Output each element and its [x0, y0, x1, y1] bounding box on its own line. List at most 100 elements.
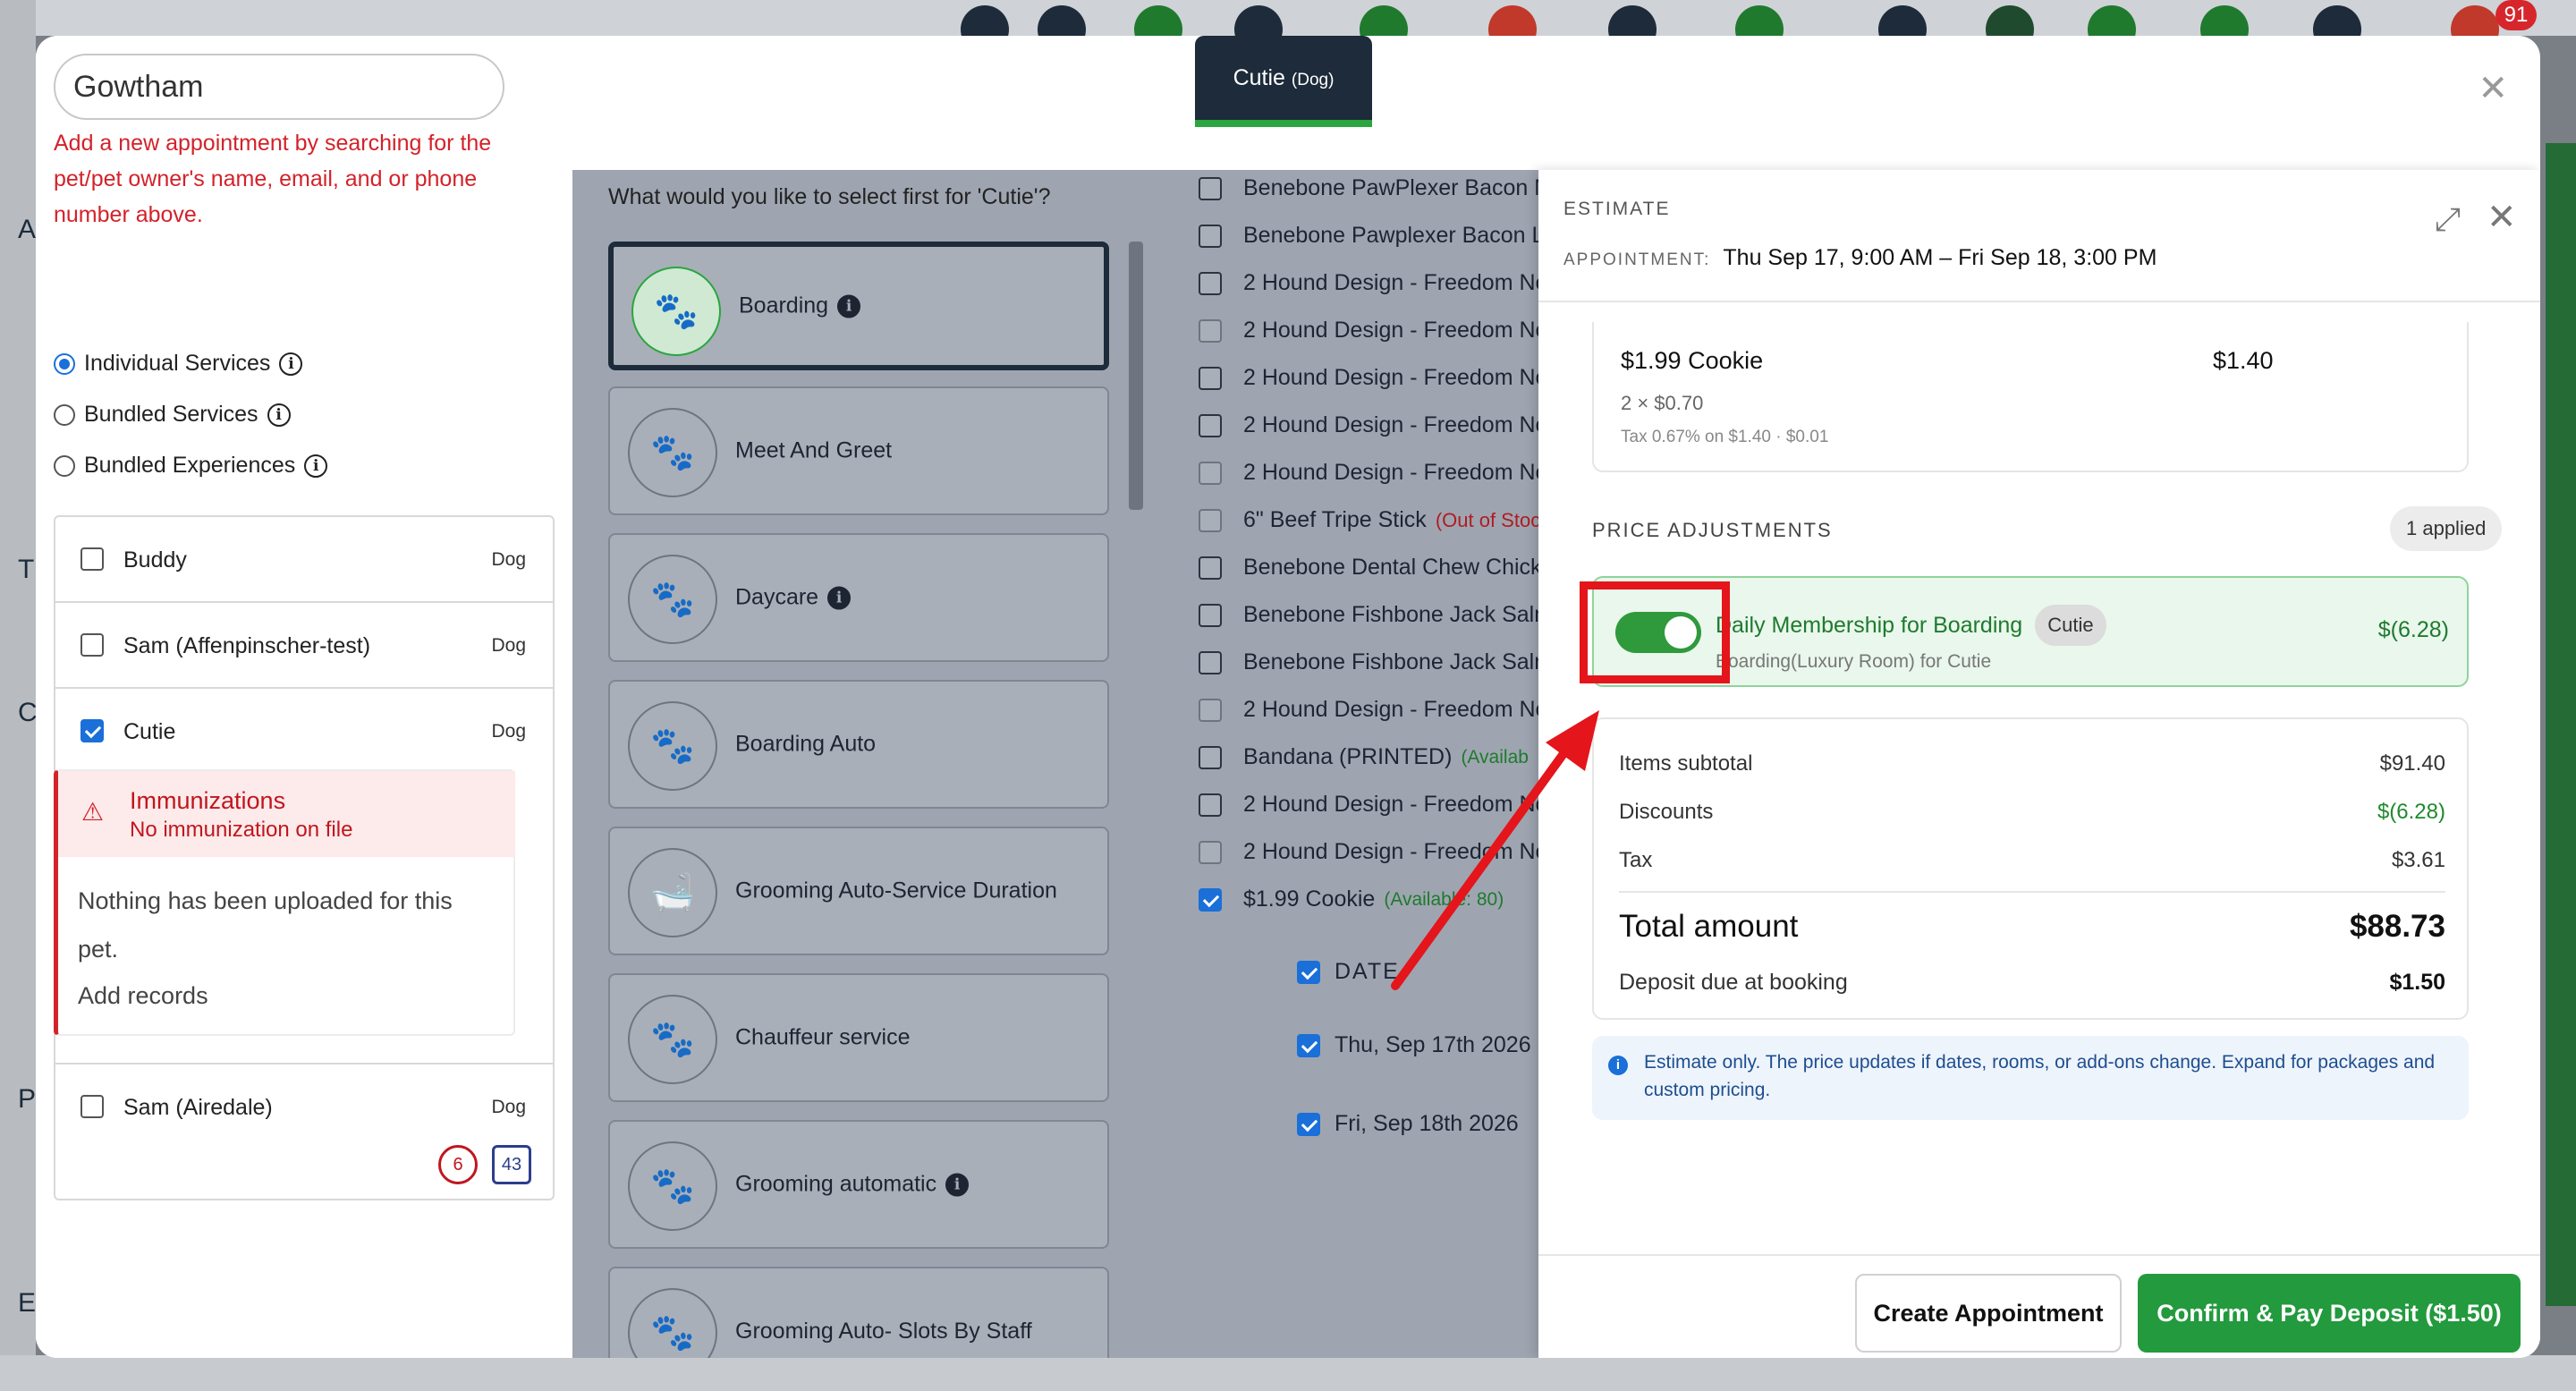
service-card-chauffeur[interactable]: 🐾 Chauffeur service — [608, 973, 1109, 1102]
pet-row-sam-affenpinscher[interactable]: Sam (Affenpinscher-test) Dog — [55, 603, 553, 689]
radio-button[interactable] — [54, 352, 75, 375]
services-scrollbar[interactable] — [1129, 242, 1143, 510]
background-side-bar — [2546, 143, 2576, 1306]
create-appointment-button[interactable]: Create Appointment — [1855, 1274, 2122, 1353]
product-row[interactable]: 2 Hound Design - Freedom No — [1199, 318, 1547, 344]
pet-row-buddy[interactable]: Buddy Dog — [55, 517, 553, 603]
total-value: $88.73 — [2349, 909, 2445, 944]
service-label: Daycare — [735, 584, 819, 610]
product-checkbox[interactable] — [1199, 508, 1222, 532]
deposit-label: Deposit due at booking — [1619, 970, 1848, 995]
close-icon[interactable]: ✕ — [2487, 197, 2517, 238]
product-row[interactable]: Benebone Fishbone Jack Salm — [1199, 649, 1553, 675]
pet-name: Sam (Affenpinscher-test) — [123, 633, 371, 658]
pet-counter-icons: 6 43 — [438, 1145, 531, 1184]
product-row[interactable]: 2 Hound Design - Freedom No — [1199, 270, 1547, 296]
product-checkbox[interactable] — [1199, 318, 1222, 343]
date-row[interactable]: Thu, Sep 17th 2026 — [1297, 1032, 1531, 1058]
total-label: Total amount — [1619, 909, 1799, 944]
product-checkbox[interactable] — [1199, 698, 1222, 722]
product-name: Benebone Fishbone Jack Salm — [1243, 602, 1554, 627]
radio-individual-services[interactable]: Individual Services i — [54, 351, 303, 377]
product-row[interactable]: 2 Hound Design - Freedom No — [1199, 365, 1547, 391]
product-checkbox[interactable] — [1199, 176, 1222, 200]
product-checkbox[interactable] — [1199, 603, 1222, 627]
radio-bundled-services[interactable]: Bundled Services i — [54, 402, 291, 428]
product-checkbox[interactable] — [1199, 556, 1222, 580]
paw-icon: 🐾 — [628, 1141, 717, 1231]
date-checkbox[interactable] — [1297, 1033, 1320, 1057]
product-checkbox[interactable] — [1199, 650, 1222, 674]
radio-button[interactable] — [54, 403, 75, 426]
date-checkbox[interactable] — [1297, 960, 1320, 984]
product-row[interactable]: Benebone PawPlexer Bacon M — [1199, 175, 1553, 201]
pet-checkbox[interactable] — [80, 719, 104, 742]
pet-checkbox[interactable] — [80, 547, 104, 571]
product-row[interactable]: 6" Beef Tripe Stick (Out of Stoc — [1199, 507, 1540, 533]
nav-letter: C — [18, 698, 38, 727]
add-records-link[interactable]: Add records — [78, 982, 208, 1010]
service-card-grooming-auto-duration[interactable]: 🛁 Grooming Auto-Service Duration — [608, 827, 1109, 955]
product-row[interactable]: Benebone Dental Chew Chicke — [1199, 555, 1554, 581]
service-card-daycare[interactable]: 🐾 Daycare i — [608, 533, 1109, 662]
close-icon[interactable]: ✕ — [2478, 68, 2508, 109]
info-icon[interactable]: i — [279, 352, 303, 376]
info-icon[interactable]: i — [827, 586, 852, 609]
service-question: What would you like to select first for … — [608, 184, 1051, 209]
product-checkbox[interactable] — [1199, 887, 1222, 912]
pet-search-input[interactable] — [54, 54, 504, 120]
date-row[interactable]: Fri, Sep 18th 2026 — [1297, 1111, 1519, 1137]
service-card-grooming-automatic[interactable]: 🐾 Grooming automatic i — [608, 1120, 1109, 1249]
line-item-price: $1.40 — [2213, 347, 2274, 374]
date-label: Thu, Sep 17th 2026 — [1335, 1032, 1531, 1057]
weight-counter-icon[interactable]: 43 — [492, 1145, 531, 1184]
product-row[interactable]: Benebone Fishbone Jack Salm — [1199, 602, 1553, 628]
product-row[interactable]: Benebone Pawplexer Bacon La — [1199, 223, 1556, 249]
radio-bundled-experiences[interactable]: Bundled Experiences i — [54, 453, 328, 479]
pet-checkbox[interactable] — [80, 1095, 104, 1118]
product-checkbox[interactable] — [1199, 461, 1222, 485]
service-card-meet-and-greet[interactable]: 🐾 Meet And Greet — [608, 386, 1109, 515]
immunization-subtitle: No immunization on file — [130, 818, 353, 842]
pet-row-sam-airedale[interactable]: Sam (Airedale) Dog 6 43 — [55, 1064, 553, 1199]
product-checkbox[interactable] — [1199, 224, 1222, 248]
tab-pet-cutie[interactable]: Cutie (Dog) — [1195, 36, 1372, 127]
radio-button[interactable] — [54, 454, 75, 477]
date-checkbox[interactable] — [1297, 1112, 1320, 1136]
info-icon[interactable]: i — [837, 294, 861, 318]
info-icon[interactable]: i — [945, 1173, 970, 1196]
product-row[interactable]: 2 Hound Design - Freedom No — [1199, 460, 1547, 486]
pet-checkbox[interactable] — [80, 633, 104, 657]
product-checkbox[interactable] — [1199, 271, 1222, 295]
immunization-body: Nothing has been uploaded for this pet. — [78, 887, 453, 963]
service-label-wrap: Grooming Auto- Slots By Staff — [735, 1319, 1032, 1344]
pet-species: Dog — [491, 721, 526, 742]
product-checkbox[interactable] — [1199, 413, 1222, 437]
estimate-note-text: Estimate only. The price updates if date… — [1644, 1052, 2436, 1100]
service-card-boarding[interactable]: 🐾 Boarding i — [608, 242, 1109, 370]
visits-counter-icon[interactable]: 6 — [438, 1145, 478, 1184]
service-card-boarding-auto[interactable]: 🐾 Boarding Auto — [608, 680, 1109, 809]
deposit-value: $1.50 — [2389, 970, 2445, 995]
service-card-grooming-slots-by-staff[interactable]: 🐾 Grooming Auto- Slots By Staff — [608, 1267, 1109, 1358]
info-icon[interactable]: i — [267, 403, 291, 427]
immunization-alert-header: ⚠ Immunizations No immunization on file — [58, 771, 515, 857]
service-label: Chauffeur service — [735, 1024, 911, 1050]
confirm-pay-deposit-button[interactable]: Confirm & Pay Deposit ($1.50) — [2138, 1274, 2521, 1353]
product-checkbox[interactable] — [1199, 745, 1222, 769]
immunization-alert: ⚠ Immunizations No immunization on file … — [54, 769, 515, 1036]
product-checkbox[interactable] — [1199, 793, 1222, 817]
expand-icon[interactable]: ⤢ — [2435, 200, 2461, 239]
new-appointment-modal: Add a new appointment by searching for t… — [36, 36, 2540, 1358]
search-hint: Add a new appointment by searching for t… — [54, 131, 492, 227]
product-row[interactable]: 2 Hound Design - Freedom No — [1199, 412, 1547, 438]
warning-icon: ⚠ — [81, 798, 105, 826]
product-checkbox[interactable] — [1199, 366, 1222, 390]
product-name: Benebone PawPlexer Bacon M — [1243, 175, 1554, 200]
service-label-wrap: Boarding Auto — [735, 732, 876, 758]
info-icon[interactable]: i — [304, 454, 328, 478]
product-checkbox[interactable] — [1199, 840, 1222, 864]
nav-letter: T — [18, 555, 35, 584]
summary-card: Items subtotal $91.40 Discounts $(6.28) Ta… — [1592, 717, 2469, 1020]
summary-label: Tax — [1619, 848, 1653, 872]
